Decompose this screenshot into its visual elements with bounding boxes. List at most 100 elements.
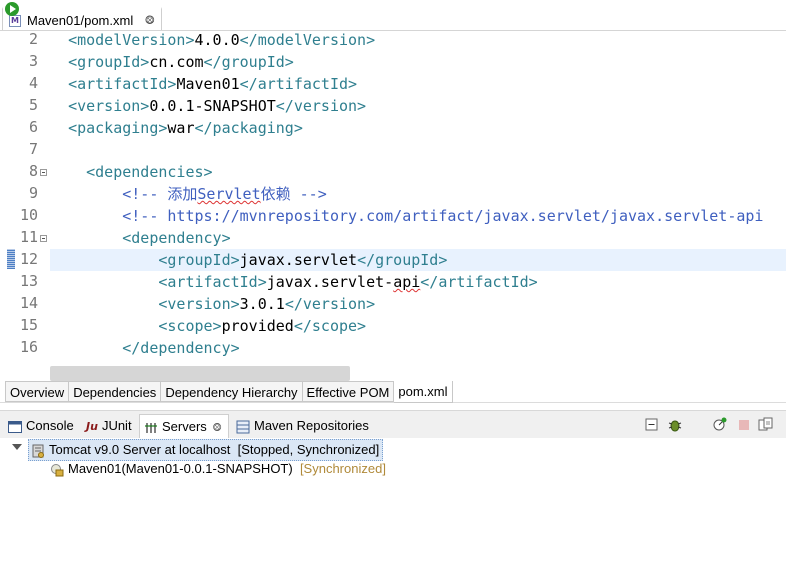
line-number: 14 [19, 294, 38, 312]
module-name: Maven01(Maven01-0.0.1-SNAPSHOT) [68, 461, 293, 476]
line-number: 3 [28, 52, 38, 70]
views-tab-bar: Console Ju JUnit Servers ⨷ Maven Repositor… [0, 410, 786, 439]
code-line[interactable]: <artifactId>javax.servlet-api</artifactI… [50, 271, 786, 293]
publish-icon[interactable] [758, 417, 774, 433]
line-number: 10 [19, 206, 38, 224]
xml-tag: <dependencies> [86, 163, 213, 181]
code-line[interactable]: <dependency> [50, 227, 786, 249]
close-icon[interactable]: ⨷ [145, 13, 155, 28]
xml-comment: <!-- 添加 [122, 185, 198, 203]
servers-view: Tomcat v9.0 Server at localhost [Stopped… [0, 438, 786, 563]
editor-tab-pom-xml[interactable]: M Maven01/pom.xml ⨷ [2, 7, 162, 31]
code-line[interactable]: <dependencies> [50, 161, 786, 183]
xml-tag: </version> [284, 295, 376, 313]
web-module-icon [51, 463, 64, 477]
tab-maven-repositories[interactable]: Maven Repositories [236, 414, 369, 438]
xml-tag: </version> [275, 97, 367, 115]
tab-console[interactable]: Console [8, 414, 74, 438]
xml-tag: </packaging> [194, 119, 303, 137]
start-server-icon [5, 2, 19, 16]
maven-repositories-icon [236, 420, 250, 434]
xml-text: 4.0.0 [194, 31, 240, 49]
code-line[interactable] [50, 139, 786, 161]
console-icon [8, 420, 22, 433]
xml-text: cn.com [149, 53, 204, 71]
line-number: 15 [19, 316, 38, 334]
fold-toggle-icon[interactable] [40, 169, 47, 176]
tab-junit[interactable]: Ju JUnit [86, 414, 132, 438]
code-line[interactable]: <groupId>cn.com</groupId> [50, 51, 786, 73]
server-tree-item-tomcat[interactable]: Tomcat v9.0 Server at localhost [Stopped… [28, 439, 384, 461]
xml-text: war [167, 119, 195, 137]
line-number-ruler: 2 3 4 5 6 7 8 9 10 11 12 13 14 15 16 [0, 31, 50, 365]
junit-icon: Ju [86, 420, 98, 434]
editor-tab-bar: M Maven01/pom.xml ⨷ [0, 0, 786, 31]
xml-text: javax.servlet- [266, 273, 394, 291]
tab-console-label: Console [26, 418, 74, 433]
code-line[interactable]: <!-- https://mvnrepository.com/artifact/… [50, 205, 786, 227]
line-number: 11 [19, 228, 38, 246]
line-number: 12 [19, 250, 38, 268]
xml-tag: </groupId> [203, 53, 294, 71]
code-line[interactable]: <artifactId>Maven01</artifactId> [50, 73, 786, 95]
tab-pom-xml[interactable]: pom.xml [394, 381, 453, 403]
xml-tag: <version> [158, 295, 240, 313]
profile-server-icon[interactable] [712, 416, 728, 432]
code-line-clipped [50, 351, 786, 361]
xml-tag: </scope> [293, 317, 367, 335]
line-number: 7 [28, 140, 38, 158]
xml-tag: <groupId> [158, 251, 240, 269]
tab-dependency-hierarchy[interactable]: Dependency Hierarchy [161, 381, 303, 402]
line-number: 9 [28, 184, 38, 202]
xml-tag: </modelVersion> [239, 31, 376, 49]
module-status: [Synchronized] [299, 461, 386, 476]
xml-tag: <groupId> [68, 53, 150, 71]
xml-tag: </artifactId> [239, 75, 358, 93]
chevron-down-icon[interactable] [12, 444, 22, 450]
xml-text: 3.0.1 [239, 295, 285, 313]
code-line-current[interactable]: <groupId>javax.servlet</groupId> [50, 249, 786, 271]
xml-tag: <version> [68, 97, 150, 115]
line-number: 5 [28, 96, 38, 114]
fold-toggle-icon[interactable] [40, 235, 47, 242]
xml-source-editor[interactable]: 2 3 4 5 6 7 8 9 10 11 12 13 14 15 16 <modelVersion>4.0… [0, 31, 786, 365]
xml-tag: </artifactId> [420, 273, 538, 291]
xml-text: javax.servlet [239, 251, 358, 269]
stop-server-icon[interactable] [737, 418, 751, 432]
servers-icon [145, 422, 157, 433]
xml-tag: <dependency> [122, 229, 231, 247]
collapse-all-icon[interactable] [645, 418, 659, 432]
xml-comment: 依赖 --> [260, 185, 327, 203]
line-number: 6 [28, 118, 38, 136]
current-line-marker [7, 249, 15, 269]
code-line[interactable]: <version>0.0.1-SNAPSHOT</version> [50, 95, 786, 117]
xml-text: Maven01 [176, 75, 240, 93]
tab-servers-label: Servers [162, 419, 207, 434]
code-line[interactable]: <packaging>war</packaging> [50, 117, 786, 139]
tab-dependencies[interactable]: Dependencies [69, 381, 162, 402]
tab-junit-label: JUnit [101, 418, 132, 433]
line-number: 2 [28, 31, 38, 48]
tab-maven-repositories-label: Maven Repositories [254, 418, 369, 433]
module-tree-item-maven01[interactable]: Maven01(Maven01-0.0.1-SNAPSHOT) [Synchro… [50, 459, 386, 479]
line-number: 4 [28, 74, 38, 92]
tab-servers[interactable]: Servers ⨷ [139, 414, 229, 438]
tab-effective-pom[interactable]: Effective POM [302, 381, 395, 402]
code-line[interactable]: <!-- 添加Servlet依赖 --> [50, 183, 786, 205]
server-name: Tomcat v9.0 Server at localhost [49, 442, 231, 457]
code-line[interactable]: <version>3.0.1</version> [50, 293, 786, 315]
horizontal-scrollbar[interactable] [50, 366, 350, 381]
close-icon[interactable]: ⨷ [213, 422, 222, 434]
maven-pom-file-icon: M [9, 15, 21, 27]
xml-tag: <modelVersion> [68, 31, 195, 49]
server-icon [32, 444, 44, 458]
code-line[interactable]: <modelVersion>4.0.0</modelVersion> [50, 31, 786, 51]
xml-comment: <!-- [122, 207, 168, 225]
xml-comment: Servlet [197, 185, 261, 203]
xml-tag: <scope> [158, 317, 222, 335]
xml-tag: </groupId> [357, 251, 448, 269]
code-line[interactable]: <scope>provided</scope> [50, 315, 786, 337]
debug-server-icon[interactable] [667, 417, 683, 433]
line-number: 16 [19, 338, 38, 356]
tab-overview[interactable]: Overview [5, 381, 70, 402]
